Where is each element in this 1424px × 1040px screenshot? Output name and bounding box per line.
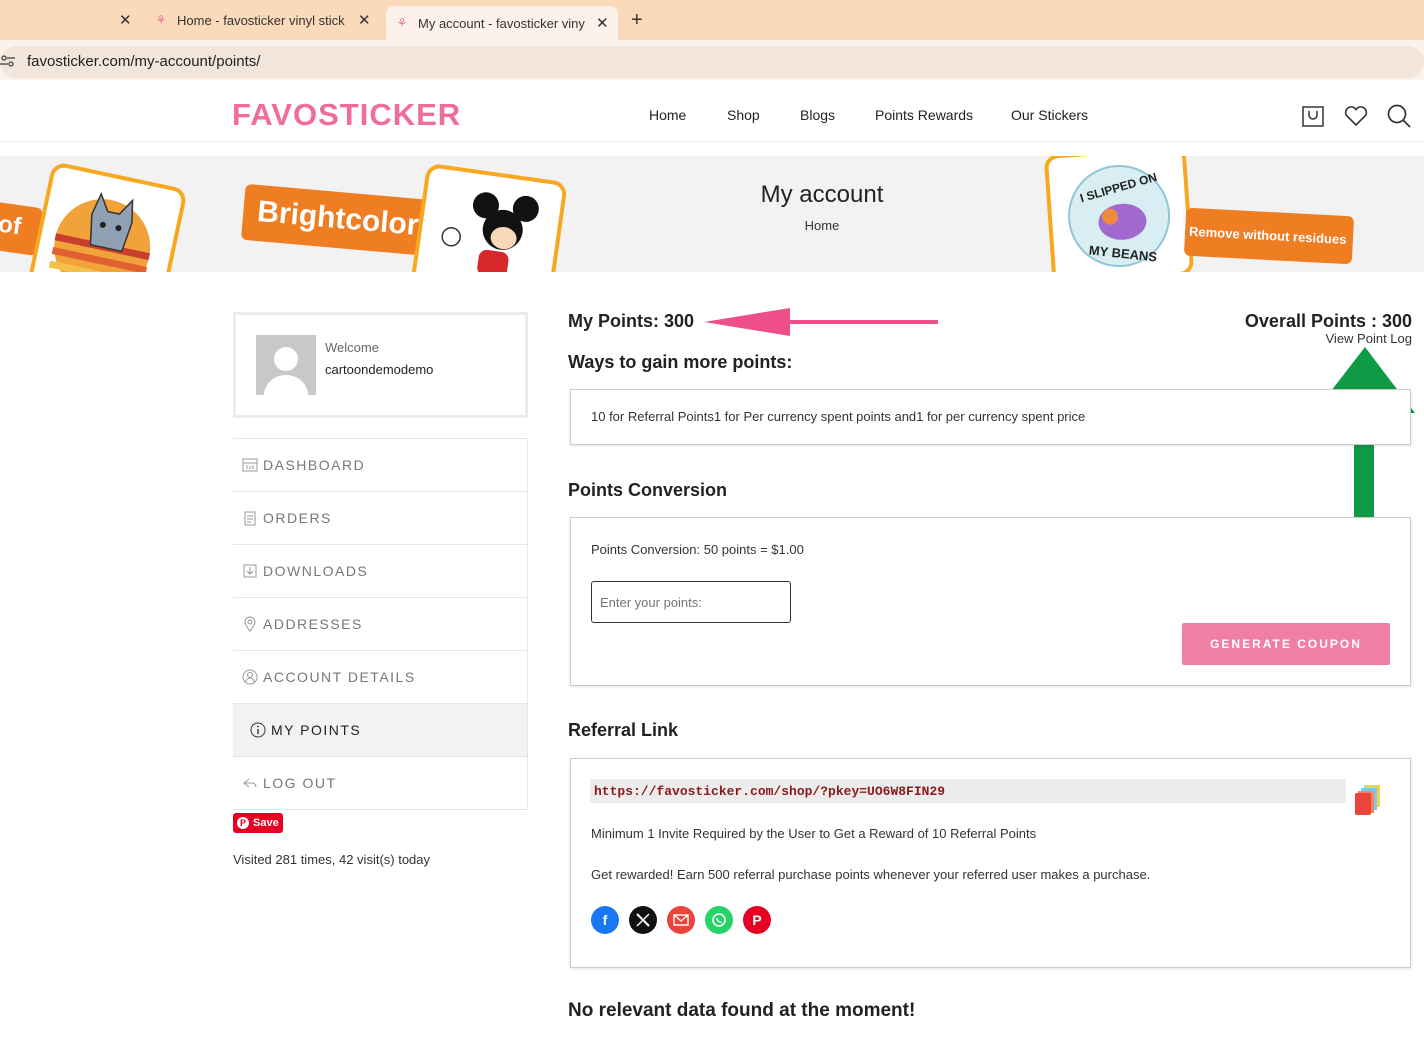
close-tab-icon[interactable]: ✕ <box>119 0 132 40</box>
view-point-log-link[interactable]: View Point Log <box>1180 331 1413 346</box>
points-input[interactable] <box>591 581 791 623</box>
facebook-icon[interactable]: f <box>591 906 619 934</box>
tab-title: My account - favosticker viny <box>418 15 585 31</box>
page-title: My account <box>760 181 884 208</box>
menu-label: MY POINTS <box>271 722 362 738</box>
menu-item-account-details[interactable]: ACCOUNT DETAILS <box>233 651 528 704</box>
logout-icon <box>241 774 259 792</box>
banner-sticker-dog <box>25 161 189 272</box>
nav-points-rewards[interactable]: Points Rewards <box>875 107 973 123</box>
no-data-message: No relevant data found at the moment! <box>568 1000 916 1021</box>
banner-sticker-beans: I SLIPPED ON MY BEANS <box>1043 156 1195 272</box>
username: cartoondemodemo <box>325 362 434 377</box>
generate-coupon-button[interactable]: GENERATE COUPON <box>1182 623 1390 665</box>
favicon-icon: ⚘ <box>396 16 408 30</box>
menu-label: ACCOUNT DETAILS <box>263 669 416 685</box>
beans-sticker-image: I SLIPPED ON MY BEANS <box>1068 164 1171 267</box>
menu-label: LOG OUT <box>263 775 337 791</box>
ways-text: 10 for Referral Points1 for Per currency… <box>591 409 1086 424</box>
visit-counter: Visited 281 times, 42 visit(s) today <box>233 852 431 867</box>
nav-blogs[interactable]: Blogs <box>800 107 835 123</box>
my-points-value: My Points: 300 <box>568 311 695 331</box>
menu-item-addresses[interactable]: ADDRESSES <box>233 598 528 651</box>
email-icon[interactable] <box>667 906 695 934</box>
overall-points-value: Overall Points : 300 <box>1244 311 1412 331</box>
banner-tag-remove: Remove without residues <box>1183 207 1355 265</box>
location-icon <box>241 615 259 633</box>
referral-heading: Referral Link <box>568 720 679 740</box>
menu-label: DOWNLOADS <box>263 563 369 579</box>
conversion-heading: Points Conversion <box>568 480 728 500</box>
breadcrumb[interactable]: Home <box>0 218 1424 233</box>
nav-shop[interactable]: Shop <box>727 107 760 123</box>
pink-annotation-arrow <box>704 308 938 336</box>
search-icon[interactable] <box>1386 103 1412 129</box>
download-icon <box>241 562 259 580</box>
pinterest-icon[interactable]: P <box>743 906 771 934</box>
x-twitter-icon[interactable] <box>629 906 657 934</box>
tab-home[interactable]: ⚘ Home - favosticker vinyl stick ✕ <box>155 0 380 40</box>
url-text[interactable]: favosticker.com/my-account/points/ <box>27 53 260 70</box>
whatsapp-icon[interactable] <box>705 906 733 934</box>
info-icon <box>249 721 267 739</box>
pinterest-save-button[interactable]: P Save <box>233 813 283 833</box>
conversion-text: Points Conversion: 50 points = $1.00 <box>591 542 804 557</box>
nav-our-stickers[interactable]: Our Stickers <box>1011 107 1088 123</box>
referral-minimum-text: Minimum 1 Invite Required by the User to… <box>591 826 1037 841</box>
nav-home[interactable]: Home <box>649 107 686 123</box>
menu-item-my-points[interactable]: MY POINTS <box>233 704 528 757</box>
ways-heading: Ways to gain more points: <box>568 352 793 372</box>
site-info-icon[interactable] <box>0 53 16 71</box>
copy-icon[interactable] <box>1354 785 1382 815</box>
new-tab-icon[interactable]: + <box>631 0 643 40</box>
referral-url[interactable]: https://favosticker.com/shop/?pkey=UO6W8… <box>590 779 1346 803</box>
menu-item-dashboard[interactable]: DASHBOARD <box>233 439 528 492</box>
favicon-icon: ⚘ <box>155 13 167 27</box>
heart-icon[interactable] <box>1343 103 1369 129</box>
close-tab-icon[interactable]: ✕ <box>596 14 609 32</box>
dashboard-icon <box>241 456 259 474</box>
user-icon <box>241 668 259 686</box>
pinterest-save-label: Save <box>253 817 279 829</box>
menu-label: ADDRESSES <box>263 616 363 632</box>
account-menu: DASHBOARD ORDERS DOWNLOADS ADDRESSES ACC… <box>233 438 528 810</box>
welcome-label: Welcome <box>325 340 379 355</box>
menu-item-orders[interactable]: ORDERS <box>233 492 528 545</box>
site-header <box>0 86 1424 142</box>
site-logo[interactable]: FAVOSTICKER <box>232 97 461 133</box>
menu-item-logout[interactable]: LOG OUT <box>233 757 528 810</box>
tab-title: Home - favosticker vinyl stick <box>177 12 345 28</box>
referral-reward-text: Get rewarded! Earn 500 referral purchase… <box>591 867 1151 882</box>
page-banner: of Brightcolor I SLIPPED ON MY BEANS Rem… <box>0 156 1424 272</box>
avatar <box>256 335 316 395</box>
tab-my-account[interactable]: ⚘ My account - favosticker viny ✕ <box>386 6 618 40</box>
pinterest-icon: P <box>237 817 249 829</box>
menu-label: ORDERS <box>263 510 332 526</box>
menu-label: DASHBOARD <box>263 457 366 473</box>
cart-icon[interactable] <box>1300 103 1326 129</box>
close-tab-icon[interactable]: ✕ <box>358 11 371 29</box>
menu-item-downloads[interactable]: DOWNLOADS <box>233 545 528 598</box>
orders-icon <box>241 509 259 527</box>
